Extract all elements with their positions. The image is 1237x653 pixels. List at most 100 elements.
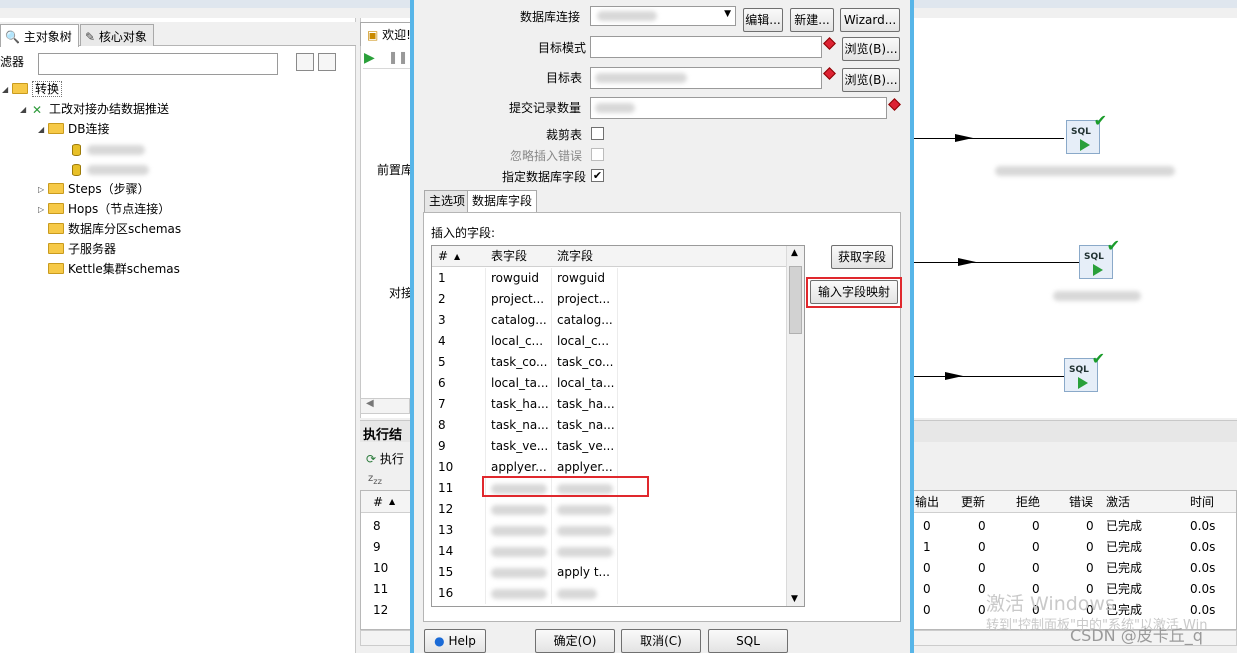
collapse-all-icon[interactable] xyxy=(318,53,336,71)
stream-field-cell[interactable]: task_na... xyxy=(557,415,615,436)
tab-core-objects[interactable]: ✎ 核心对象 xyxy=(80,24,154,46)
table-row[interactable]: 12 xyxy=(432,499,787,520)
expand-all-icon[interactable] xyxy=(296,53,314,71)
table-field-cell[interactable]: task_ve... xyxy=(491,436,548,457)
table-field-cell[interactable]: task_ha... xyxy=(491,394,549,415)
stream-field-cell[interactable]: catalog... xyxy=(557,310,613,331)
column-header[interactable]: 流字段 xyxy=(557,246,593,267)
stream-field-cell[interactable]: apply t... xyxy=(557,562,610,583)
hop-line[interactable] xyxy=(914,138,1064,139)
db-connection-select[interactable]: ▼ xyxy=(590,6,736,26)
ignore-errors-checkbox[interactable] xyxy=(591,148,604,161)
table-field-cell[interactable]: local_c... xyxy=(491,331,543,352)
table-row[interactable]: 9 task_ve... task_ve... xyxy=(432,436,787,457)
table-row[interactable]: 8 task_na... task_na... xyxy=(432,415,787,436)
tree-node-cluster-schemas[interactable]: Kettle集群schemas xyxy=(48,259,180,279)
enter-field-mapping-button[interactable]: 输入字段映射 xyxy=(810,280,898,304)
sql-step-icon[interactable]: SQL ✔ xyxy=(1079,236,1120,279)
column-header[interactable]: 输出 xyxy=(915,491,939,513)
new-connection-button[interactable]: 新建... xyxy=(790,8,834,32)
sql-button[interactable]: SQL xyxy=(708,629,788,653)
stream-field-cell[interactable]: rowguid xyxy=(557,268,605,289)
table-row[interactable]: 10 applyer... applyer... xyxy=(432,457,787,478)
table-row[interactable]: 3 catalog... catalog... xyxy=(432,310,787,331)
stream-field-cell[interactable]: task_ha... xyxy=(557,394,615,415)
scroll-down-icon[interactable]: ▼ xyxy=(791,594,798,604)
column-header[interactable]: 拒绝 xyxy=(1016,491,1040,513)
help-button[interactable]: ● Help xyxy=(424,629,486,653)
table-field-cell[interactable]: project... xyxy=(491,289,544,310)
collapse-arrow-icon[interactable]: ◢ xyxy=(38,120,48,140)
table-row[interactable]: 4 local_c... local_c... xyxy=(432,331,787,352)
stream-field-cell[interactable]: local_ta... xyxy=(557,373,614,394)
truncate-checkbox[interactable] xyxy=(591,127,604,140)
sql-step-icon[interactable]: SQL ✔ xyxy=(1066,111,1107,154)
tree-node-partition-schemas[interactable]: 数据库分区schemas xyxy=(48,219,181,239)
collapse-arrow-icon[interactable]: ◢ xyxy=(20,100,30,120)
expand-arrow-icon[interactable]: ▷ xyxy=(38,180,48,200)
table-row[interactable]: 2 project... project... xyxy=(432,289,787,310)
column-header[interactable]: 时间 xyxy=(1190,491,1214,513)
table-row[interactable]: 15 apply t... xyxy=(432,562,787,583)
specify-fields-checkbox[interactable]: ✔ xyxy=(591,169,604,182)
table-row[interactable]: 10 xyxy=(373,558,388,579)
target-table-input[interactable] xyxy=(590,67,822,89)
tree-node-db-connections[interactable]: ◢ DB连接 xyxy=(38,119,109,139)
tree-node-transformation[interactable]: ◢ ✕ 工改对接办结数据推送 xyxy=(20,99,169,119)
column-header[interactable]: 更新 xyxy=(961,491,985,513)
stream-field-cell[interactable]: task_ve... xyxy=(557,436,614,457)
table-row[interactable]: 6 local_ta... local_ta... xyxy=(432,373,787,394)
stream-field-cell[interactable]: project... xyxy=(557,289,610,310)
tab-database-fields[interactable]: 数据库字段 xyxy=(467,190,538,212)
expand-arrow-icon[interactable]: ▷ xyxy=(38,200,48,220)
tree-node-db-2[interactable] xyxy=(72,159,149,179)
table-row[interactable]: 11 xyxy=(373,579,388,600)
stream-field-cell[interactable]: applyer... xyxy=(557,457,613,478)
column-header[interactable]: 激活 xyxy=(1106,491,1130,513)
scroll-left-icon[interactable]: ◀ xyxy=(366,398,374,409)
ok-button[interactable]: 确定(O) xyxy=(535,629,615,653)
table-row[interactable]: 16 xyxy=(432,583,787,604)
cancel-button[interactable]: 取消(C) xyxy=(621,629,701,653)
tree-node-slave-servers[interactable]: 子服务器 xyxy=(48,239,116,259)
tab-main-object-tree[interactable]: 🔍 主对象树 xyxy=(0,24,79,47)
table-row[interactable]: 14 xyxy=(432,541,787,562)
column-header[interactable]: # xyxy=(373,491,383,513)
table-row[interactable]: 7 task_ha... task_ha... xyxy=(432,394,787,415)
collapse-arrow-icon[interactable]: ◢ xyxy=(2,80,12,100)
browse-table-button[interactable]: 浏览(B)... xyxy=(842,68,900,92)
column-header[interactable]: 表字段 xyxy=(491,246,527,267)
hop-line[interactable] xyxy=(914,262,1079,263)
tree-node-transform[interactable]: ◢ 转换 xyxy=(2,79,63,100)
get-fields-button[interactable]: 获取字段 xyxy=(831,245,893,269)
table-field-cell[interactable]: task_na... xyxy=(491,415,549,436)
table-field-cell[interactable]: applyer... xyxy=(491,457,547,478)
table-field-cell[interactable]: catalog... xyxy=(491,310,547,331)
run-icon[interactable]: ▶ xyxy=(364,50,375,66)
table-field-cell[interactable]: rowguid xyxy=(491,268,539,289)
fields-vscroll[interactable]: ▲ ▼ xyxy=(786,246,804,606)
table-row[interactable]: 9 xyxy=(373,537,381,558)
exec-tab[interactable]: ⟳ 执行 xyxy=(366,450,404,467)
table-row[interactable]: 5 task_co... task_co... xyxy=(432,352,787,373)
table-field-cell[interactable]: local_ta... xyxy=(491,373,548,394)
filter-input[interactable] xyxy=(38,53,278,75)
wizard-button[interactable]: Wizard... xyxy=(840,8,900,32)
column-header[interactable]: 错误 xyxy=(1069,491,1093,513)
hop-line[interactable] xyxy=(914,376,1064,377)
target-schema-input[interactable] xyxy=(590,36,822,58)
tree-node-steps[interactable]: ▷ Steps（步骤） xyxy=(38,179,150,199)
scroll-thumb[interactable] xyxy=(789,266,802,334)
browse-schema-button[interactable]: 浏览(B)... xyxy=(842,37,900,61)
tree-node-hops[interactable]: ▷ Hops（节点连接） xyxy=(38,199,170,219)
stream-field-cell[interactable]: local_c... xyxy=(557,331,609,352)
sql-step-icon[interactable]: SQL ✔ xyxy=(1064,349,1105,392)
column-header[interactable]: # xyxy=(438,246,448,267)
tree-node-db-1[interactable] xyxy=(72,139,145,159)
pause-icon[interactable]: ❚❚ xyxy=(388,50,408,64)
table-field-cell[interactable]: task_co... xyxy=(491,352,547,373)
edit-connection-button[interactable]: 编辑... xyxy=(743,8,783,32)
tab-main-options[interactable]: 主选项 xyxy=(424,190,471,212)
table-row[interactable]: 1 rowguid rowguid xyxy=(432,268,787,289)
table-row[interactable]: 13 xyxy=(432,520,787,541)
